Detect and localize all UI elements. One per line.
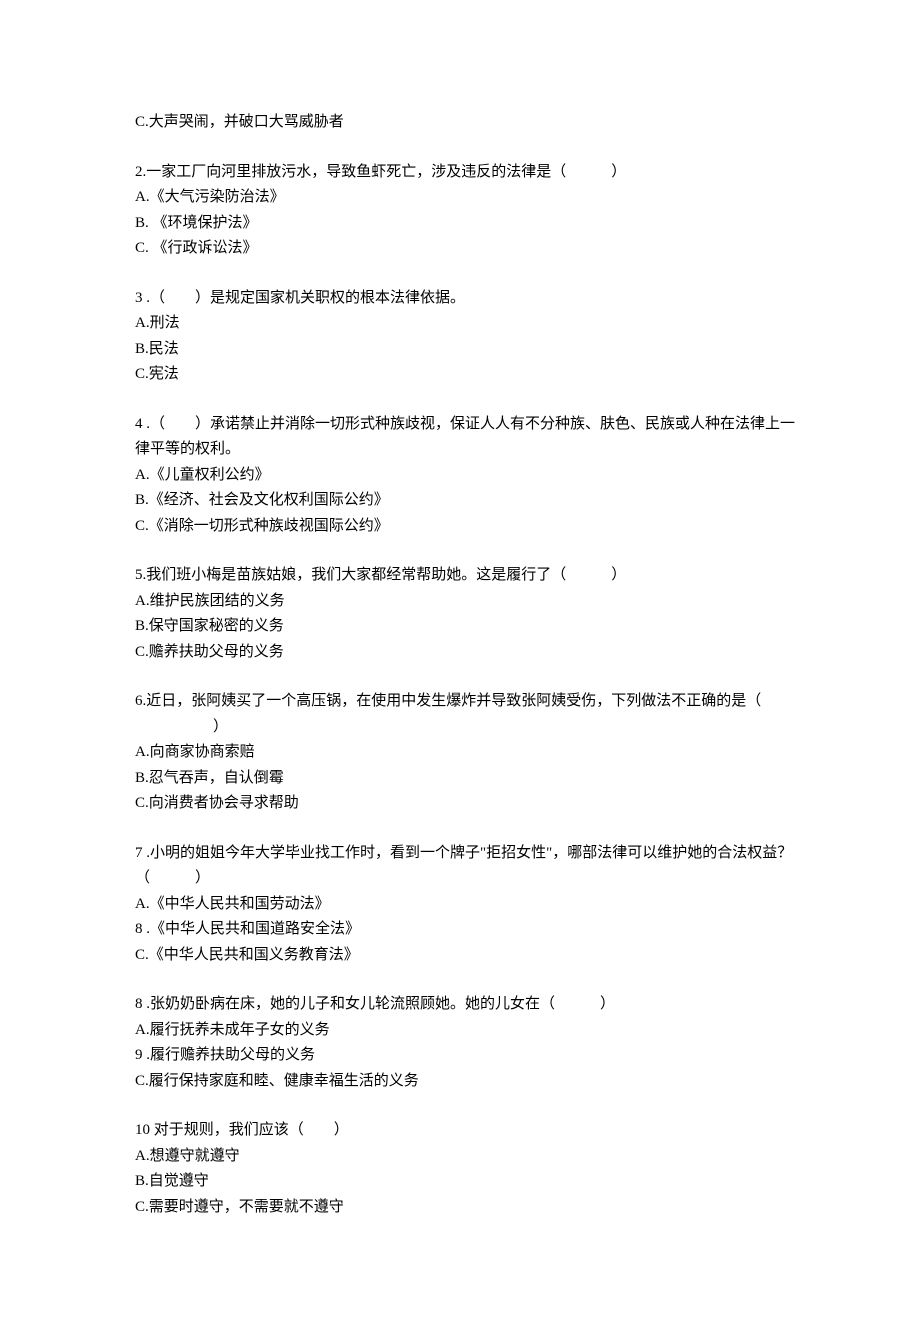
option-c: C.《消除一切形式种族歧视国际公约》 xyxy=(135,514,795,540)
option-b: B.民法 xyxy=(135,337,795,363)
option-b: 9 .履行赡养扶助父母的义务 xyxy=(135,1043,795,1069)
option-b: B.《经济、社会及文化权利国际公约》 xyxy=(135,488,795,514)
question-4: 4 .（ ）承诺禁止并消除一切形式种族歧视，保证人人有不分种族、肤色、民族或人种… xyxy=(135,412,795,540)
option-c: C.向消费者协会寻求帮助 xyxy=(135,791,795,817)
question-8: 8 .张奶奶卧病在床，她的儿子和女儿轮流照顾她。她的儿女在（ ） A.履行抚养未… xyxy=(135,992,795,1094)
option-b: B.忍气吞声，自认倒霉 xyxy=(135,766,795,792)
option-b: B.自觉遵守 xyxy=(135,1169,795,1195)
option-a: A.维护民族团结的义务 xyxy=(135,589,795,615)
option-c: C.赡养扶助父母的义务 xyxy=(135,640,795,666)
question-3: 3 .（ ）是规定国家机关职权的根本法律依据。 A.刑法 B.民法 C.宪法 xyxy=(135,286,795,388)
question-stem: 2.一家工厂向河里排放污水，导致鱼虾死亡，涉及违反的法律是（ ） xyxy=(135,160,795,186)
option-b: B.保守国家秘密的义务 xyxy=(135,614,795,640)
option-a: A.想遵守就遵守 xyxy=(135,1144,795,1170)
question-stem: 7 .小明的姐姐今年大学毕业找工作时，看到一个牌子"拒招女性"，哪部法律可以维护… xyxy=(135,841,795,892)
option-a: A.《大气污染防治法》 xyxy=(135,185,795,211)
top-fragment-block: C.大声哭闹，并破口大骂威胁者 xyxy=(135,110,795,136)
option-a: A.《儿童权利公约》 xyxy=(135,463,795,489)
option-c: C.履行保持家庭和睦、健康幸福生活的义务 xyxy=(135,1069,795,1095)
option-a: A.向商家协商索赔 xyxy=(135,740,795,766)
question-10: 10 对于规则，我们应该（ ） A.想遵守就遵守 B.自觉遵守 C.需要时遵守，… xyxy=(135,1118,795,1220)
question-7: 7 .小明的姐姐今年大学毕业找工作时，看到一个牌子"拒招女性"，哪部法律可以维护… xyxy=(135,841,795,969)
question-stem: 3 .（ ）是规定国家机关职权的根本法律依据。 xyxy=(135,286,795,312)
option-b: 8 .《中华人民共和国道路安全法》 xyxy=(135,917,795,943)
option-c: C.宪法 xyxy=(135,362,795,388)
option-a: A.《中华人民共和国劳动法》 xyxy=(135,892,795,918)
question-stem: 4 .（ ）承诺禁止并消除一切形式种族歧视，保证人人有不分种族、肤色、民族或人种… xyxy=(135,412,795,463)
question-2: 2.一家工厂向河里排放污水，导致鱼虾死亡，涉及违反的法律是（ ） A.《大气污染… xyxy=(135,160,795,262)
option-c: C. 《行政诉讼法》 xyxy=(135,236,795,262)
option-b: B. 《环境保护法》 xyxy=(135,211,795,237)
option-c: C.《中华人民共和国义务教育法》 xyxy=(135,943,795,969)
question-stem-close: ） xyxy=(135,715,795,741)
question-5: 5.我们班小梅是苗族姑娘，我们大家都经常帮助她。这是履行了（ ） A.维护民族团… xyxy=(135,563,795,665)
option-a: A.履行抚养未成年子女的义务 xyxy=(135,1018,795,1044)
question-stem: 6.近日，张阿姨买了一个高压锅，在使用中发生爆炸并导致张阿姨受伤，下列做法不正确… xyxy=(135,689,795,715)
option-c-fragment: C.大声哭闹，并破口大骂威胁者 xyxy=(135,110,795,136)
document-page: C.大声哭闹，并破口大骂威胁者 2.一家工厂向河里排放污水，导致鱼虾死亡，涉及违… xyxy=(0,0,920,1324)
option-a: A.刑法 xyxy=(135,311,795,337)
question-6: 6.近日，张阿姨买了一个高压锅，在使用中发生爆炸并导致张阿姨受伤，下列做法不正确… xyxy=(135,689,795,817)
option-c: C.需要时遵守，不需要就不遵守 xyxy=(135,1195,795,1221)
question-stem: 5.我们班小梅是苗族姑娘，我们大家都经常帮助她。这是履行了（ ） xyxy=(135,563,795,589)
question-stem: 10 对于规则，我们应该（ ） xyxy=(135,1118,795,1144)
question-stem: 8 .张奶奶卧病在床，她的儿子和女儿轮流照顾她。她的儿女在（ ） xyxy=(135,992,795,1018)
